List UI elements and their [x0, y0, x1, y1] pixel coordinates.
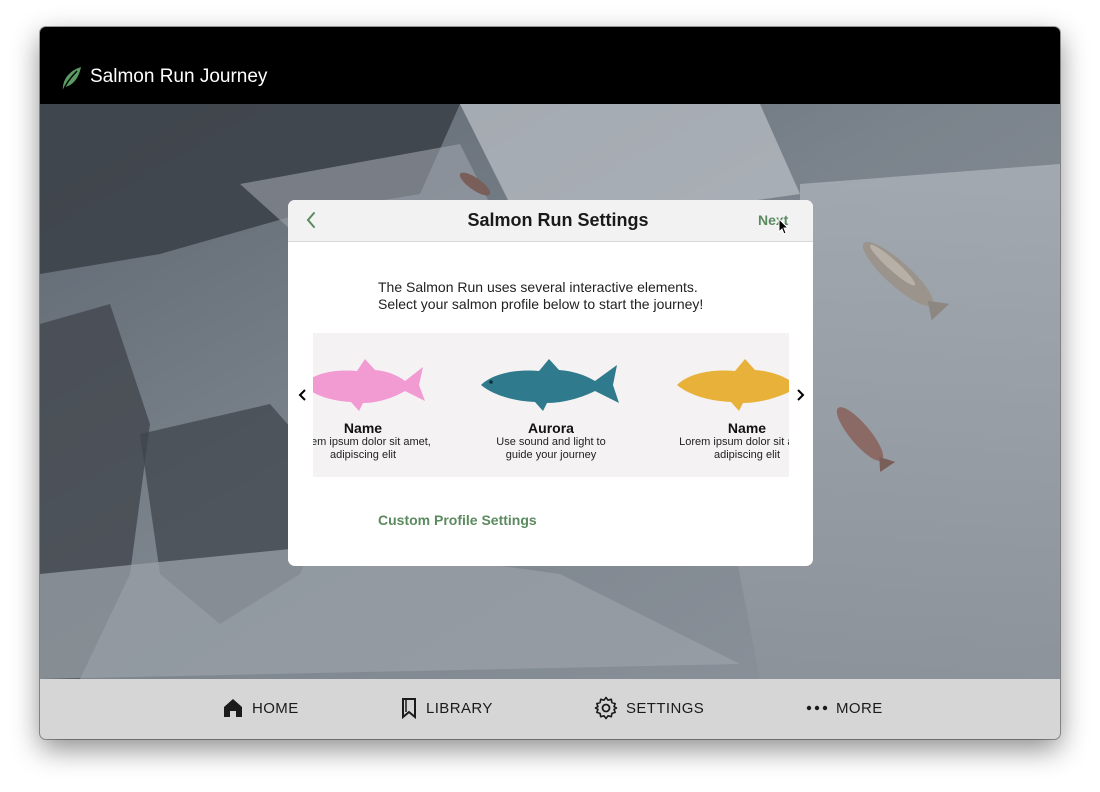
- home-icon: [224, 699, 242, 717]
- app-title: Salmon Run Journey: [90, 66, 268, 87]
- nav-more-label: MORE: [836, 699, 883, 717]
- salmon-pink-icon: [313, 359, 425, 411]
- bottom-nav: HOME LIBRARY SETTINGS MORE: [40, 679, 1060, 739]
- nav-home-label: HOME: [252, 699, 299, 717]
- nav-more[interactable]: MORE: [806, 694, 883, 722]
- more-dots-icon: [806, 705, 828, 711]
- intro-text: The Salmon Run uses several interactive …: [378, 279, 778, 313]
- modal-header: Salmon Run Settings Next: [288, 200, 813, 242]
- nav-settings[interactable]: SETTINGS: [594, 694, 704, 722]
- settings-modal: Salmon Run Settings Next The Salmon Run …: [288, 200, 813, 566]
- profile-description: Use sound and light to guide your journe…: [496, 436, 606, 461]
- custom-profile-settings-link[interactable]: Custom Profile Settings: [378, 512, 537, 528]
- nav-library[interactable]: LIBRARY: [400, 694, 493, 722]
- profile-name: Name: [343, 420, 383, 436]
- top-bar: Salmon Run Journey: [40, 27, 1060, 104]
- modal-title: Salmon Run Settings: [467, 210, 649, 230]
- gear-icon: [594, 696, 618, 720]
- cursor-icon: [778, 218, 790, 235]
- bookmark-icon: [402, 698, 416, 719]
- profile-card[interactable]: Name Lorem ipsum dolor sit amet, adipisc…: [667, 333, 789, 477]
- intro-line-2: Select your salmon profile below to star…: [378, 296, 704, 312]
- app-window: Salmon Run Journey Salmon Run Settings N…: [40, 27, 1060, 739]
- leaf-logo-icon: [62, 67, 81, 92]
- intro-line-1: The Salmon Run uses several interactive …: [378, 279, 698, 295]
- profile-description: Lorem ipsum dolor sit amet, adipiscing e…: [313, 436, 431, 461]
- nav-library-label: LIBRARY: [426, 699, 493, 717]
- carousel-prev-icon[interactable]: [298, 388, 308, 402]
- salmon-yellow-icon: [677, 359, 789, 411]
- profile-name: Aurora: [528, 420, 574, 436]
- profile-description: Lorem ipsum dolor sit amet, adipiscing e…: [679, 436, 789, 461]
- nav-home[interactable]: HOME: [222, 694, 299, 722]
- salmon-teal-icon: [481, 359, 619, 411]
- profile-card-aurora[interactable]: Aurora Use sound and light to guide your…: [471, 333, 631, 477]
- profile-name: Name: [727, 420, 767, 436]
- profile-carousel: Name Lorem ipsum dolor sit amet, adipisc…: [313, 333, 789, 477]
- nav-settings-label: SETTINGS: [626, 699, 705, 717]
- carousel-next-icon[interactable]: [795, 388, 805, 402]
- profile-card[interactable]: Name Lorem ipsum dolor sit amet, adipisc…: [313, 333, 443, 477]
